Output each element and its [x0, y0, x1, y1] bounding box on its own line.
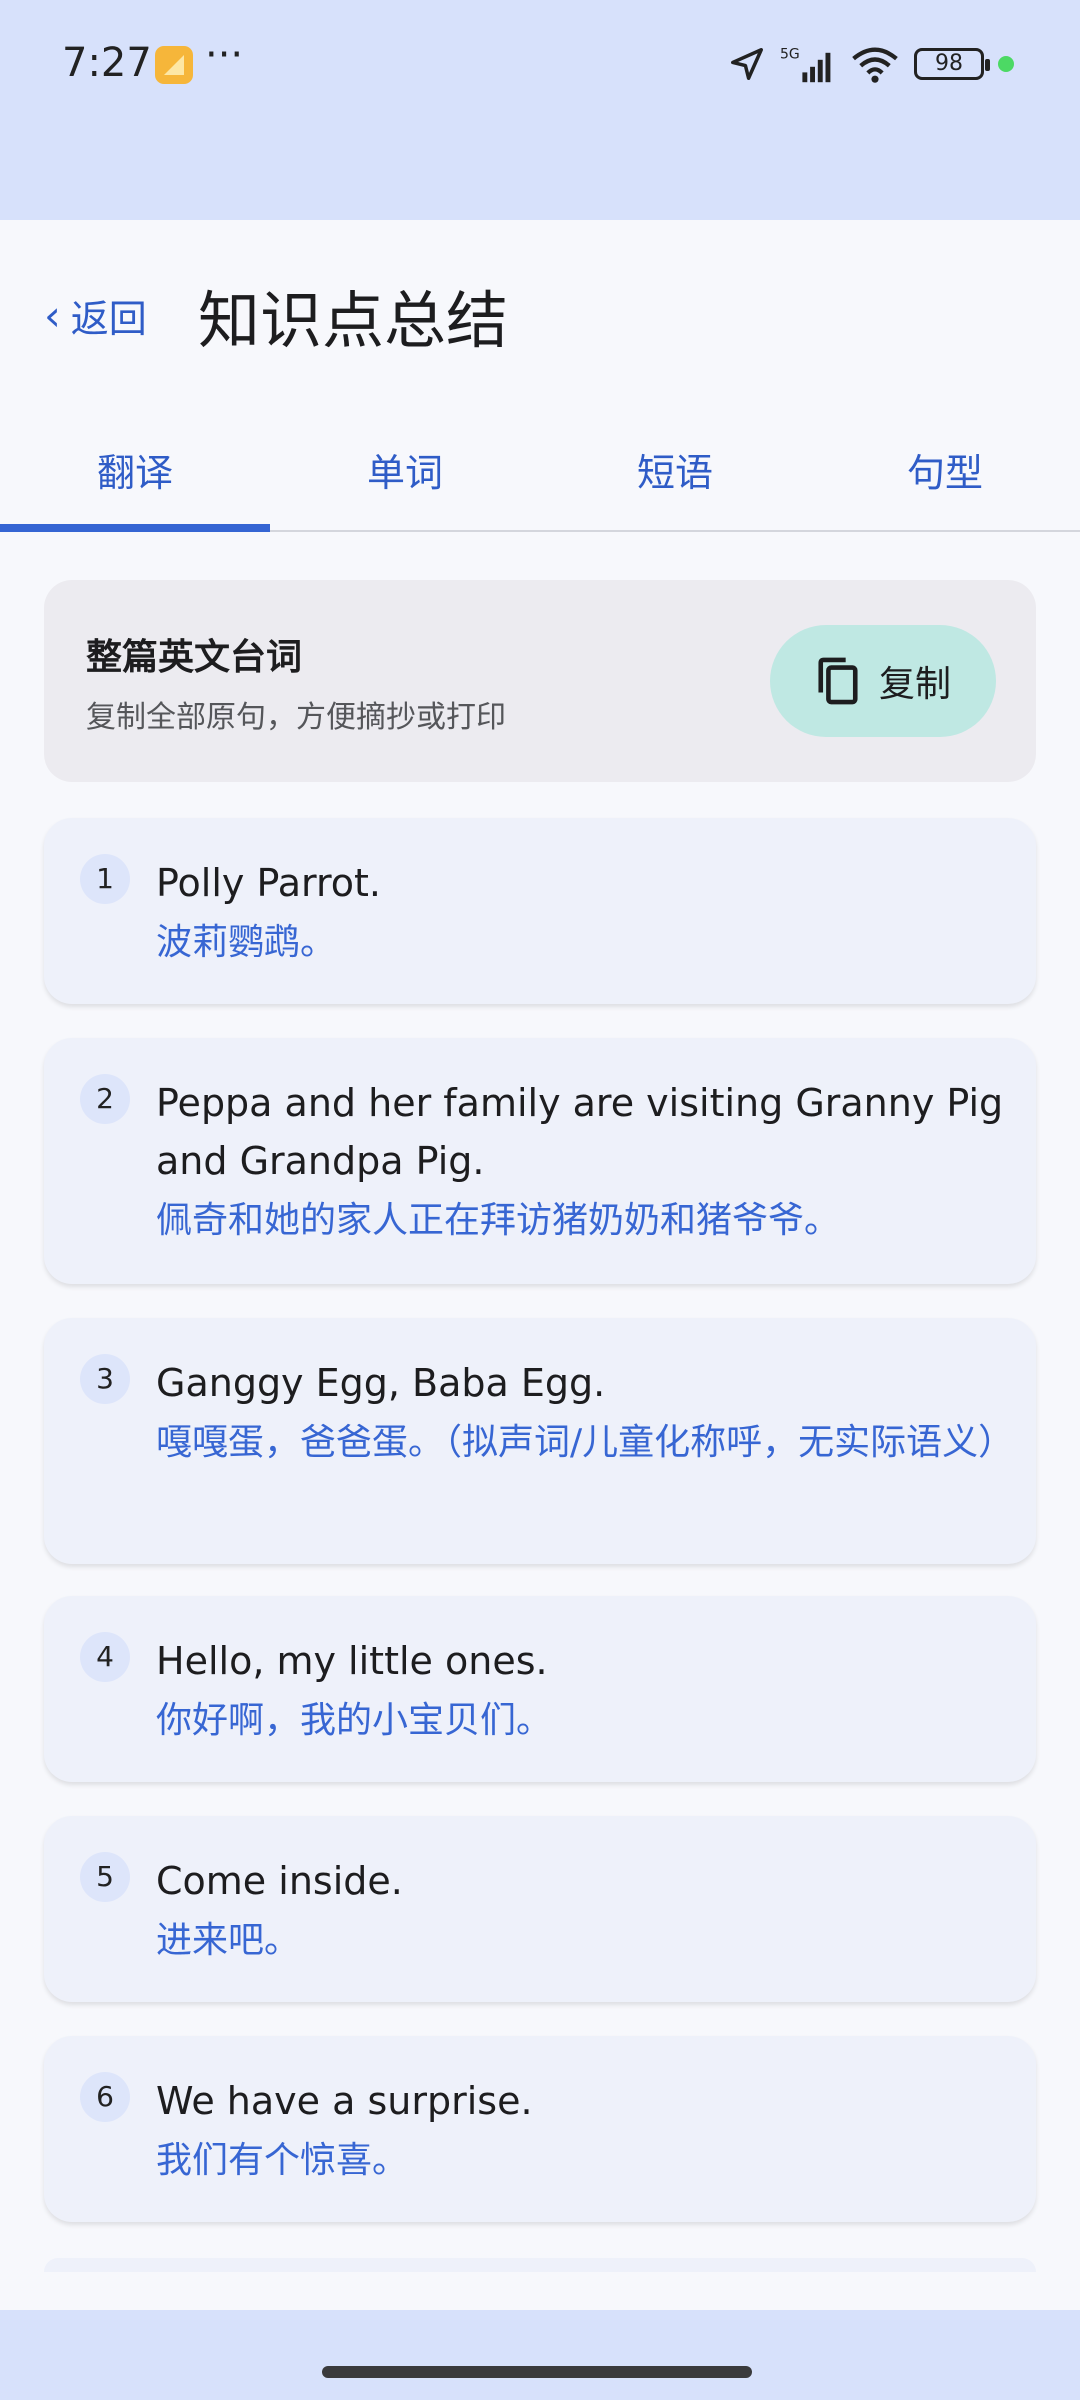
sentence-english: We have a surprise.	[156, 2079, 533, 2123]
cellular-signal-icon: 5G	[780, 46, 831, 83]
home-indicator[interactable]	[322, 2366, 752, 2378]
tab-bar: 翻译 单词 短语 句型	[0, 420, 1080, 532]
wifi-icon	[852, 47, 898, 83]
sentence-card[interactable]: 3 Ganggy Egg, Baba Egg. 嘎嘎蛋，爸爸蛋。（拟声词/儿童化…	[44, 1318, 1036, 1564]
sentence-chinese: 佩奇和她的家人正在拜访猪奶奶和猪爷爷。	[156, 1200, 841, 1241]
sentence-card[interactable]: 2 Peppa and her family are visiting Gran…	[44, 1038, 1036, 1284]
sentence-chinese: 进来吧。	[156, 1920, 301, 1961]
navigation-bar	[0, 2310, 1080, 2400]
sentence-number: 5	[80, 1852, 130, 1902]
sentence-chinese: 我们有个惊喜。	[156, 2140, 409, 2181]
network-type-label: 5G	[780, 46, 800, 62]
chevron-left-icon: ‹	[44, 290, 61, 340]
tab-words[interactable]: 单词	[270, 420, 540, 530]
sentence-english: Come inside.	[156, 1859, 403, 1903]
sentence-english: Peppa and her family are visiting Granny…	[156, 1081, 1004, 1183]
notification-app-icon	[155, 46, 193, 84]
copy-card-title: 整篇英文台词	[86, 637, 303, 678]
sentence-number: 4	[80, 1632, 130, 1682]
sentence-card[interactable]: 4 Hello, my little ones. 你好啊，我的小宝贝们。	[44, 1596, 1036, 1782]
app-header: ‹ 返回 知识点总结 翻译 单词 短语 句型	[0, 220, 1080, 532]
tab-label: 短语	[636, 451, 713, 495]
copy-button[interactable]: 复制	[770, 625, 996, 737]
sentence-card[interactable]: 6 We have a surprise. 我们有个惊喜。	[44, 2036, 1036, 2222]
privacy-indicator-dot	[998, 56, 1014, 72]
sentence-english: Ganggy Egg, Baba Egg.	[156, 1361, 606, 1405]
sentence-number: 2	[80, 1074, 130, 1124]
copy-button-label: 复制	[878, 664, 951, 705]
status-time: 7:27	[62, 40, 152, 86]
tab-label: 句型	[906, 451, 983, 495]
back-label: 返回	[70, 297, 147, 341]
sentence-number: 6	[80, 2072, 130, 2122]
back-button[interactable]: ‹ 返回	[44, 288, 147, 343]
status-bar: 7:27 ··· 5G 98	[0, 0, 1080, 220]
copy-icon	[818, 657, 858, 705]
tab-label: 单词	[366, 451, 443, 495]
location-arrow-icon	[731, 48, 763, 80]
sentence-chinese: 波莉鹦鹉。	[156, 922, 337, 963]
tab-translation[interactable]: 翻译	[0, 420, 270, 532]
tab-sentence-patterns[interactable]: 句型	[810, 420, 1080, 530]
sentence-english: Polly Parrot.	[156, 861, 381, 905]
more-notifications-icon: ···	[205, 32, 244, 78]
sentence-card-partial	[44, 2258, 1036, 2272]
sentence-english: Hello, my little ones.	[156, 1639, 548, 1683]
sentence-number: 1	[80, 854, 130, 904]
copy-full-script-card: 整篇英文台词 复制全部原句，方便摘抄或打印 复制	[44, 580, 1036, 782]
tab-phrases[interactable]: 短语	[540, 420, 810, 530]
tab-label: 翻译	[96, 451, 173, 495]
copy-card-subtitle: 复制全部原句，方便摘抄或打印	[86, 700, 506, 735]
sentence-chinese: 你好啊，我的小宝贝们。	[156, 1700, 553, 1741]
page-title: 知识点总结	[198, 284, 509, 357]
sentence-chinese: 嘎嘎蛋，爸爸蛋。（拟声词/儿童化称呼，无实际语义）	[156, 1422, 1015, 1463]
sentence-card[interactable]: 1 Polly Parrot. 波莉鹦鹉。	[44, 818, 1036, 1004]
status-icons: 5G 98	[728, 44, 1014, 84]
sentence-card[interactable]: 5 Come inside. 进来吧。	[44, 1816, 1036, 2002]
sentence-number: 3	[80, 1354, 130, 1404]
battery-indicator: 98	[914, 48, 990, 80]
